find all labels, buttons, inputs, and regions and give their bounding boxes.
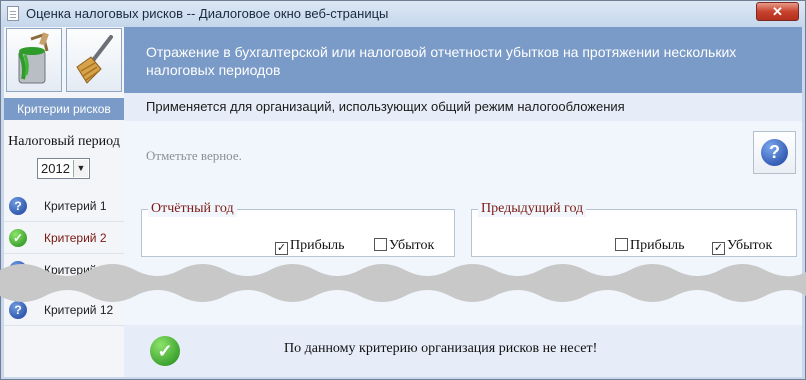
checkbox-box[interactable]	[374, 238, 387, 251]
period-label: Налоговый период	[8, 134, 120, 149]
paint-bucket-icon	[18, 32, 49, 84]
broom-icon	[76, 35, 113, 84]
group-legend: Отчётный год	[148, 201, 237, 217]
checkbox-label: Убыток	[727, 238, 773, 253]
dialog-content: Критерии рисков Налоговый период 2012 ▼ …	[4, 27, 802, 377]
page-icon	[7, 6, 19, 21]
paint-button[interactable]	[6, 28, 62, 92]
criterion-item-1[interactable]: ? Критерий 1	[4, 190, 124, 222]
help-question-icon: ?	[761, 139, 788, 166]
torn-edge-divider	[0, 264, 806, 302]
left-panel: Критерии рисков Налоговый период 2012 ▼ …	[4, 27, 124, 377]
check-icon: ✓	[150, 336, 180, 366]
loss-checkbox-current[interactable]: Убыток	[374, 238, 434, 254]
group-legend: Предыдущий год	[478, 201, 587, 217]
checkbox-label: Прибыль	[630, 238, 685, 253]
profit-checkbox-current[interactable]: ✓ Прибыль	[275, 238, 345, 255]
checkbox-box[interactable]: ✓	[712, 242, 725, 255]
clear-button[interactable]	[66, 28, 122, 92]
checkbox-box[interactable]	[615, 238, 628, 251]
checkbox-label: Убыток	[389, 238, 435, 253]
question-icon: ?	[9, 197, 27, 215]
criterion-item-2[interactable]: ✓ Критерий 2	[4, 222, 124, 254]
criteria-header: Критерии рисков	[4, 98, 124, 120]
chevron-down-icon[interactable]: ▼	[73, 160, 88, 177]
year-select[interactable]: 2012 ▼	[37, 158, 90, 179]
hint-text: Отметьте верное.	[146, 148, 242, 163]
dialog-window: Оценка налоговых рисков -- Диалоговое ок…	[0, 0, 806, 380]
checkbox-label: Прибыль	[290, 238, 345, 253]
loss-checkbox-previous[interactable]: ✓ Убыток	[712, 238, 772, 255]
help-button[interactable]: ?	[753, 131, 796, 174]
title-bar: Оценка налоговых рисков -- Диалоговое ок…	[1, 1, 805, 27]
result-footer: ✓ По данному критерию организация рисков…	[124, 325, 802, 377]
criterion-subtitle: Применяется для организаций, использующи…	[124, 93, 802, 121]
main-panel: Отражение в бухгалтерской или налоговой …	[124, 27, 802, 377]
previous-year-group: Предыдущий год Прибыль ✓ Убыток	[471, 201, 797, 257]
criterion-label: Критерий 1	[44, 199, 107, 213]
checkbox-box[interactable]: ✓	[275, 242, 288, 255]
check-icon: ✓	[9, 229, 27, 247]
reporting-year-group: Отчётный год ✓ Прибыль Убыток	[141, 201, 455, 257]
year-value: 2012	[41, 161, 70, 176]
result-text: По данному критерию организация рисков н…	[284, 341, 598, 356]
window-title: Оценка налоговых рисков -- Диалоговое ок…	[26, 6, 389, 21]
criterion-label: Критерий 2	[44, 231, 107, 245]
profit-checkbox-previous[interactable]: Прибыль	[615, 238, 685, 254]
close-button[interactable]: ✕	[756, 2, 799, 21]
criterion-title: Отражение в бухгалтерской или налоговой …	[124, 27, 802, 93]
